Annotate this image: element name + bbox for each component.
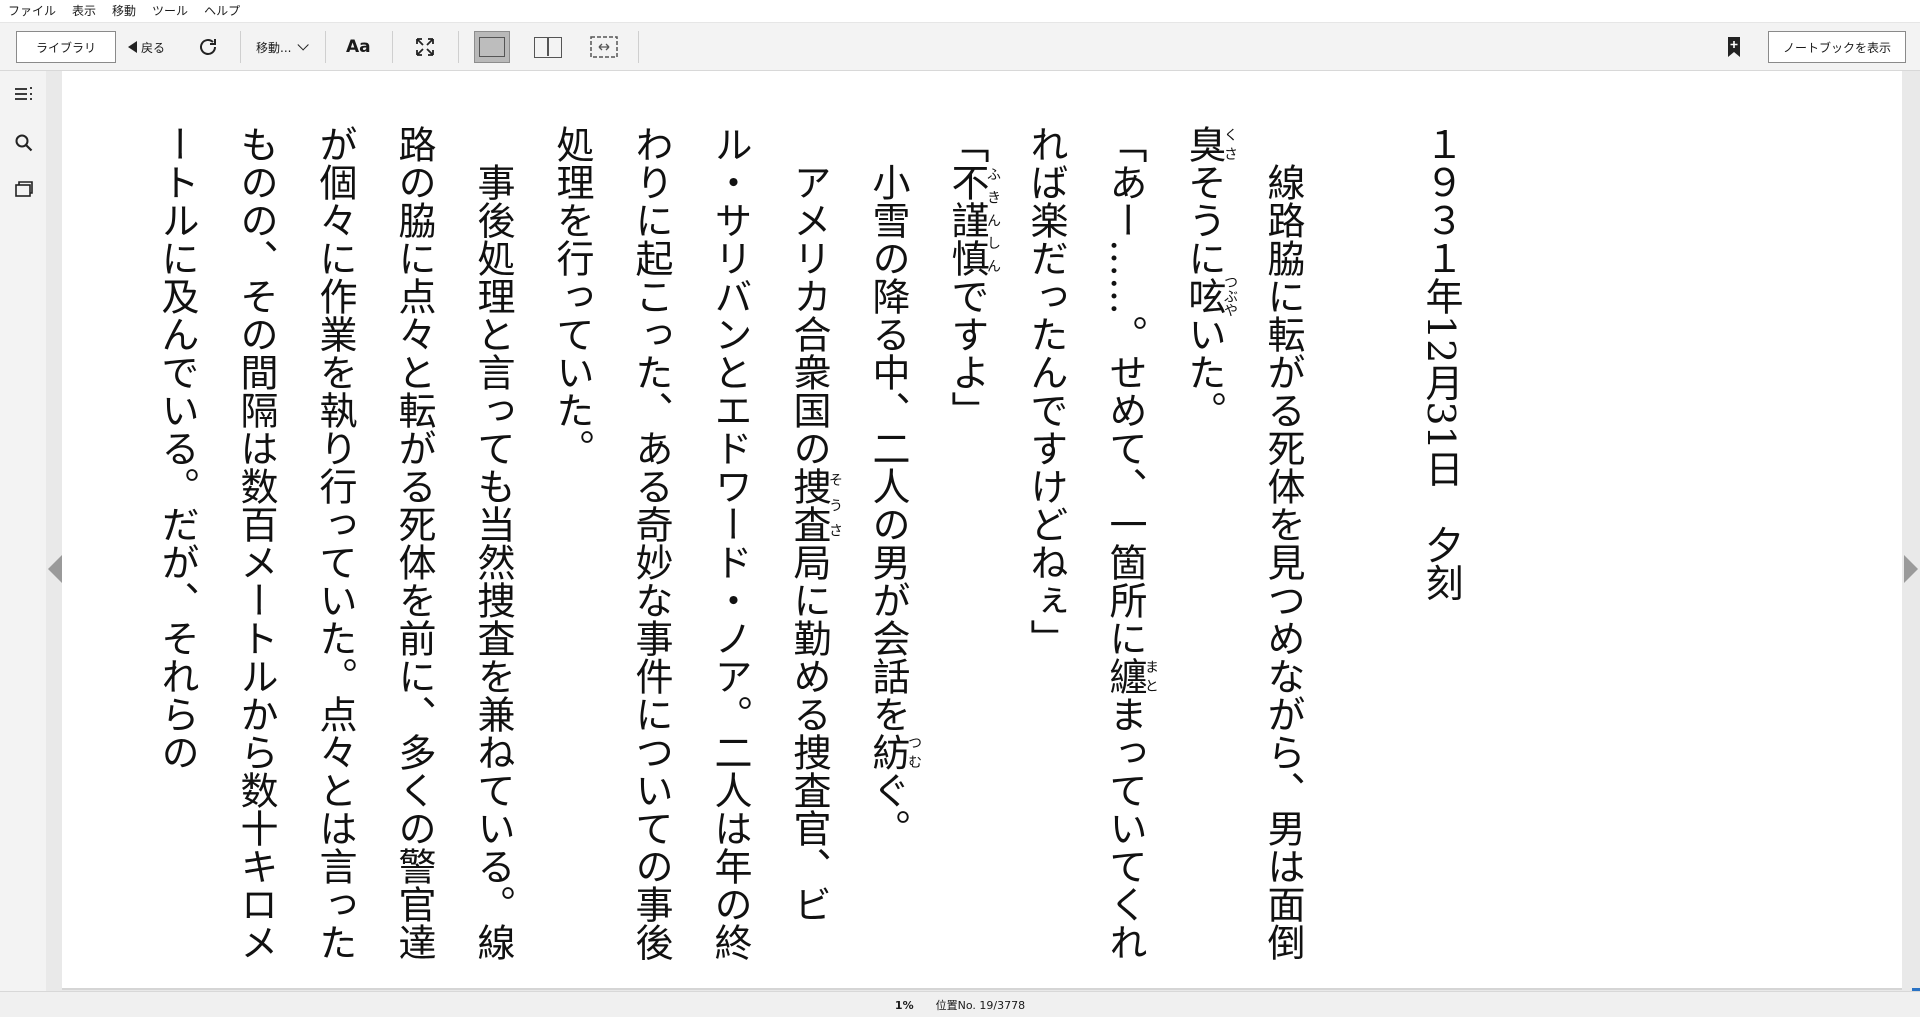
search-icon[interactable] xyxy=(12,131,36,155)
paragraph: 線路脇に転がる死体を見つめながら、男は面倒臭くさそうに呟つぶやいた。 xyxy=(1182,125,1305,961)
toolbar-divider xyxy=(325,31,326,63)
menu-help[interactable]: ヘルプ xyxy=(196,0,248,22)
back-button[interactable]: 戻る xyxy=(128,31,165,63)
go-to-label: 移動... xyxy=(256,40,292,55)
toolbar-divider xyxy=(638,31,639,63)
two-page-view-button[interactable] xyxy=(532,31,564,63)
refresh-icon[interactable] xyxy=(196,35,220,59)
book-text: １９３１年12月31日 夕刻 線路脇に転がる死体を見つめながら、男は面倒臭くさそ… xyxy=(137,125,1480,975)
font-settings-button[interactable]: Aa xyxy=(346,31,371,63)
single-page-icon xyxy=(479,37,505,57)
toolbar-divider xyxy=(240,31,241,63)
back-label: 戻る xyxy=(141,40,166,55)
scroll-view-icon xyxy=(590,36,618,58)
left-sidebar xyxy=(0,71,46,991)
menu-view[interactable]: 表示 xyxy=(64,0,104,22)
next-page-arrow-icon[interactable] xyxy=(1904,555,1918,583)
paragraph: 「あー……。せめて、一箇所に纏まとまっていてくれれば楽だったんですけどねぇ」 xyxy=(1024,125,1159,961)
menu-file[interactable]: ファイル xyxy=(0,0,64,22)
scroll-view-button[interactable] xyxy=(588,31,620,63)
progress-percent: 1% xyxy=(894,998,914,1012)
paragraph: 「不謹慎ふきんしんですよ」 xyxy=(945,125,1001,429)
paragraph: アメリカ合衆国の捜査そうさ局に勤める捜査官、ビル・サリバンとエドワード・ノア。二… xyxy=(550,125,843,961)
location-indicator: 位置No. 19/3778 xyxy=(935,999,1026,1012)
menu-go[interactable]: 移動 xyxy=(104,0,144,22)
bookmark-icon[interactable] xyxy=(1726,36,1742,58)
reading-progress-track[interactable] xyxy=(62,988,1902,990)
reader-window: ファイル 表示 移動 ツール ヘルプ ライブラリ 戻る 移動... Aa ノート… xyxy=(0,0,1920,1017)
library-button[interactable]: ライブラリ xyxy=(16,31,116,63)
menu-bar: ファイル 表示 移動 ツール ヘルプ xyxy=(0,0,1920,23)
chevron-down-icon xyxy=(297,39,310,51)
two-page-icon xyxy=(534,36,562,58)
toolbar-divider xyxy=(458,31,459,63)
paragraph: 小雪の降る中、二人の男が会話を紡つむぐ。 xyxy=(866,163,922,847)
single-page-view-button[interactable] xyxy=(474,31,510,63)
go-to-dropdown[interactable]: 移動... xyxy=(256,31,310,63)
status-bar: 1% 位置No. 19/3778 xyxy=(0,991,1920,1017)
show-notebook-button[interactable]: ノートブックを表示 xyxy=(1768,31,1906,63)
menu-tools[interactable]: ツール xyxy=(144,0,196,22)
chapter-heading: １９３１年12月31日 夕刻 xyxy=(1419,125,1463,602)
toolbar-divider xyxy=(392,31,393,63)
table-of-contents-icon[interactable] xyxy=(12,83,36,107)
fullscreen-icon[interactable] xyxy=(414,36,436,58)
paragraph: 事後処理と言っても当然捜査を兼ねている。線路の脇に点々と転がる死体を前に、多くの… xyxy=(155,125,515,961)
toolbar: ライブラリ 戻る 移動... Aa ノートブックを表示 xyxy=(0,23,1920,71)
flashcards-icon[interactable] xyxy=(12,177,36,201)
back-arrow-icon xyxy=(128,41,137,53)
previous-page-arrow-icon[interactable] xyxy=(48,555,62,583)
